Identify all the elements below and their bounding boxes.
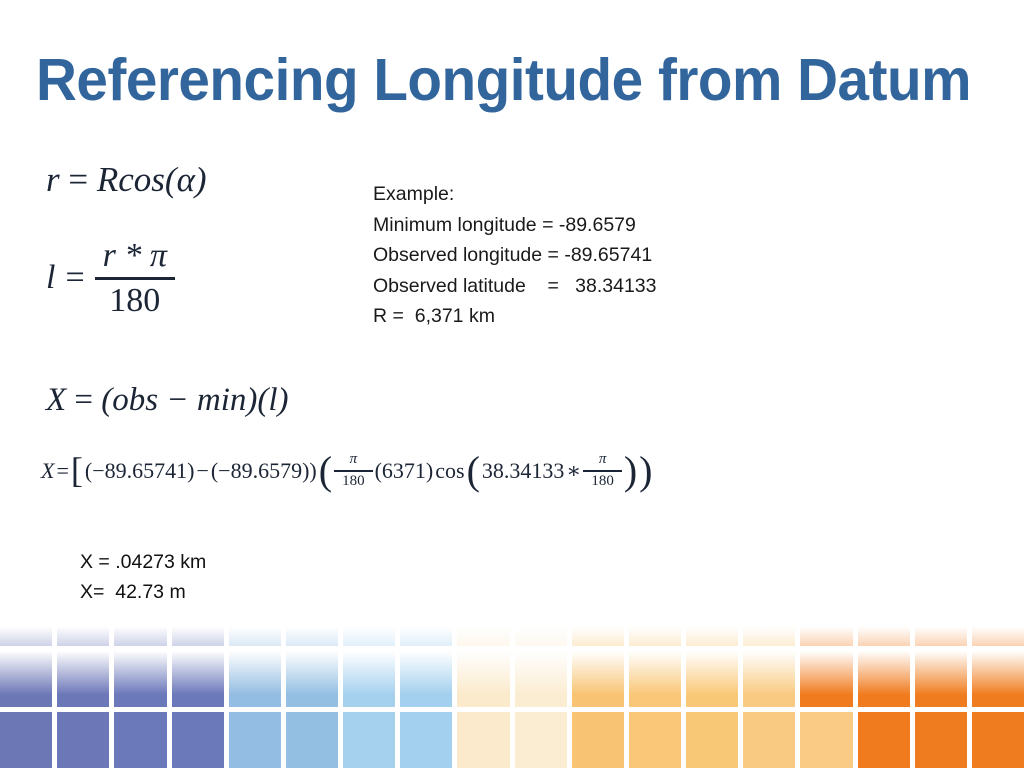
color-swatch (114, 712, 167, 768)
color-swatch (57, 651, 110, 707)
example-values-block: Example: Minimum longitude = -89.6579 Ob… (373, 183, 657, 327)
color-swatch (228, 651, 281, 707)
equation-r-relation: = (68, 160, 89, 199)
color-band-row-2 (0, 651, 1024, 707)
equation-x-expanded: X = [ (−89.65741) − (−89.6579)) ( π 180 … (40, 447, 654, 493)
color-swatch (400, 651, 453, 707)
color-swatch (343, 651, 396, 707)
equation-x-expanded-relation: = (56, 457, 69, 483)
color-band-row-1 (0, 616, 1024, 646)
equation-x: X = (obs − min)(l) (46, 382, 289, 419)
color-swatch (457, 651, 510, 707)
equation-l: l = r * π 180 (46, 238, 175, 318)
equation-x-expanded-cos-open-paren: ( (466, 447, 480, 493)
page-title: Referencing Longitude from Datum (36, 47, 971, 113)
color-swatch (628, 651, 682, 707)
decorative-color-band (0, 616, 1024, 768)
equation-x-expanded-radius: (6371) (374, 457, 434, 483)
equation-x-expanded-fraction-2-numerator: π (598, 451, 607, 467)
color-swatch (857, 651, 910, 707)
color-swatch (571, 616, 624, 646)
equation-x-expanded-term1: (−89.65741) (84, 457, 195, 483)
equation-l-lhs: l (46, 259, 56, 297)
equation-x-expanded-fraction-1: π 180 (334, 451, 373, 490)
color-swatch (914, 616, 967, 646)
equation-x-expanded-cos: cos (435, 457, 465, 483)
color-swatch (114, 651, 167, 707)
color-swatch (0, 616, 53, 646)
color-swatch (400, 616, 453, 646)
color-swatch (743, 651, 796, 707)
equation-x-expanded-lhs: X (41, 457, 55, 483)
color-swatch (400, 712, 453, 768)
equation-l-fraction-bar (94, 276, 175, 280)
equation-x-expanded-cos-close-paren: ) (623, 447, 638, 493)
equation-x-expanded-term2: (−89.6579)) (210, 457, 317, 483)
color-swatch (628, 712, 682, 768)
color-swatch (171, 712, 224, 768)
color-swatch (800, 712, 853, 768)
color-swatch (57, 712, 110, 768)
color-swatch (114, 616, 167, 646)
color-swatch (686, 651, 739, 707)
equation-x-expanded-times: ∗ (566, 457, 582, 483)
color-swatch (171, 651, 224, 707)
color-swatch (514, 712, 567, 768)
equation-x-relation: = (74, 382, 94, 418)
color-swatch (228, 616, 281, 646)
equation-l-denominator: 180 (109, 281, 161, 319)
equation-x-expanded-fraction-2-bar (583, 469, 622, 472)
color-swatch (686, 712, 739, 768)
color-swatch (743, 616, 796, 646)
color-swatch (457, 712, 510, 768)
color-swatch (971, 616, 1024, 646)
color-swatch (343, 712, 396, 768)
color-swatch (0, 651, 53, 707)
equation-l-numerator: r * π (102, 237, 167, 274)
color-swatch (285, 651, 339, 707)
color-swatch (914, 651, 967, 707)
equation-r-rhs: Rcos(α) (96, 160, 207, 199)
color-swatch (571, 712, 624, 768)
color-swatch (228, 712, 281, 768)
equation-x-rhs: (obs − min)(l) (101, 382, 289, 418)
equation-r-lhs: r (46, 160, 60, 199)
equation-r: r = Rcos(α) (46, 160, 207, 200)
equation-l-fraction: r * π 180 (94, 237, 175, 319)
result-values-block: X = .04273 km X= 42.73 m (80, 551, 207, 603)
equation-x-expanded-fraction-2: π 180 (583, 451, 622, 490)
equation-x-expanded-fraction-1-bar (334, 469, 373, 472)
color-swatch (0, 712, 53, 768)
color-swatch (514, 651, 567, 707)
color-swatch (285, 712, 339, 768)
color-swatch (971, 651, 1024, 707)
equation-x-expanded-open-bracket: [ (70, 450, 83, 491)
equation-x-expanded-fraction-1-numerator: π (349, 451, 358, 467)
equation-x-expanded-open-paren: ( (318, 447, 333, 493)
color-swatch (686, 616, 739, 646)
equation-x-expanded-close-paren: ) (639, 447, 653, 493)
equation-x-expanded-latitude: 38.34133 (481, 457, 565, 483)
equation-x-lhs: X (46, 382, 67, 418)
color-swatch (571, 651, 624, 707)
color-swatch (800, 651, 853, 707)
color-swatch (628, 616, 682, 646)
equation-x-expanded-fraction-1-denominator: 180 (342, 472, 365, 489)
color-swatch (857, 616, 910, 646)
color-swatch (857, 712, 910, 768)
equation-l-relation: = (65, 259, 85, 297)
color-swatch (171, 616, 224, 646)
color-swatch (285, 616, 339, 646)
color-swatch (57, 616, 110, 646)
equation-x-expanded-fraction-2-denominator: 180 (591, 472, 614, 489)
color-swatch (514, 616, 567, 646)
color-swatch (743, 712, 796, 768)
color-swatch (457, 616, 510, 646)
color-swatch (914, 712, 967, 768)
color-swatch (800, 616, 853, 646)
color-swatch (971, 712, 1024, 768)
equation-x-expanded-minus: − (196, 457, 209, 483)
color-swatch (343, 616, 396, 646)
color-band-row-3 (0, 712, 1024, 768)
